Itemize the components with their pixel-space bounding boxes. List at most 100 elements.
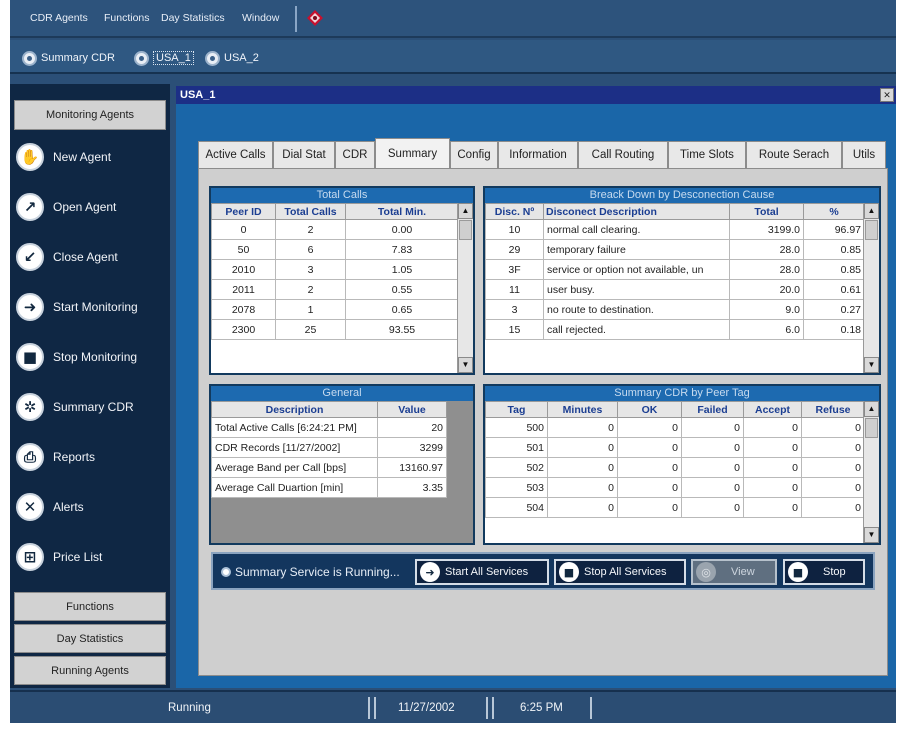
scroll-thumb[interactable]	[865, 418, 878, 438]
view-button[interactable]: ◎ View	[691, 559, 777, 585]
start-all-services-button[interactable]: ➜ Start All Services	[415, 559, 549, 585]
scroll-thumb[interactable]	[865, 220, 878, 240]
sidebar-item-price-list[interactable]: ⊞ Price List	[10, 532, 170, 582]
sidebar-header-monitoring-agents[interactable]: Monitoring Agents	[14, 100, 166, 130]
column-header[interactable]: Description	[211, 401, 378, 418]
menu-functions[interactable]: Functions	[104, 12, 150, 24]
status-time: 6:25 PM	[520, 702, 563, 714]
sidebar-item-open-agent[interactable]: ↗ Open Agent	[10, 182, 170, 232]
scroll-down-icon[interactable]: ▼	[458, 357, 473, 373]
summary-peer-scrollbar[interactable]: ▲ ▼	[863, 401, 879, 543]
scroll-up-icon[interactable]: ▲	[864, 203, 879, 219]
service-running-indicator-icon	[221, 567, 231, 577]
breakdown-scrollbar[interactable]: ▲ ▼	[863, 203, 879, 373]
column-header[interactable]: Refuse	[801, 401, 865, 418]
window-close-icon[interactable]: ✕	[880, 88, 894, 102]
column-header[interactable]: Tag	[485, 401, 548, 418]
sidebar-item-start-monitoring[interactable]: ➜ Start Monitoring	[10, 282, 170, 332]
column-header[interactable]: %	[803, 203, 865, 220]
cell: 0	[547, 497, 618, 518]
table-row[interactable]: 2300 25 93.55	[211, 319, 459, 340]
tab-call-routing[interactable]: Call Routing	[578, 141, 668, 168]
cell: 0	[743, 437, 802, 458]
stop-all-services-button[interactable]: ■ Stop All Services	[554, 559, 686, 585]
sidebar-section-functions[interactable]: Functions	[14, 592, 166, 621]
summary-peer-table: Tag Minutes OK Failed Accept Refuse 500 0…	[485, 401, 865, 518]
sidebar-item-alerts[interactable]: ✕ Alerts	[10, 482, 170, 532]
sidebar-item-label: Stop Monitoring	[53, 350, 138, 364]
sidebar-section-day-statistics[interactable]: Day Statistics	[14, 624, 166, 653]
scroll-down-icon[interactable]: ▼	[864, 527, 879, 543]
column-header[interactable]: Disconect Description	[543, 203, 730, 220]
table-row[interactable]: 500 0 0 0 0 0	[485, 417, 865, 438]
table-row[interactable]: 501 0 0 0 0 0	[485, 437, 865, 458]
scroll-up-icon[interactable]: ▲	[458, 203, 473, 219]
column-header[interactable]: Accept	[743, 401, 802, 418]
cell: 3.35	[377, 477, 447, 498]
table-row[interactable]: 50 6 7.83	[211, 239, 459, 260]
sidebar-section-running-agents[interactable]: Running Agents	[14, 656, 166, 685]
column-header[interactable]: Minutes	[547, 401, 618, 418]
doc-tab-usa-2[interactable]: USA_2	[205, 48, 259, 68]
menu-cdr-agents[interactable]: CDR Agents	[30, 12, 88, 24]
total-calls-scrollbar[interactable]: ▲ ▼	[457, 203, 473, 373]
sidebar-item-close-agent[interactable]: ↙ Close Agent	[10, 232, 170, 282]
column-header[interactable]: Disc. Nº	[485, 203, 544, 220]
scroll-down-icon[interactable]: ▼	[864, 357, 879, 373]
tab-summary[interactable]: Summary	[375, 138, 450, 169]
table-row[interactable]: CDR Records [11/27/2002] 3299	[211, 437, 447, 458]
column-header[interactable]: Failed	[681, 401, 744, 418]
table-row[interactable]: 504 0 0 0 0 0	[485, 497, 865, 518]
cell: Average Call Duartion [min]	[211, 477, 378, 498]
table-row[interactable]: Average Band per Call [bps] 13160.97	[211, 457, 447, 478]
table-row[interactable]: 2011 2 0.55	[211, 279, 459, 300]
panel-title: Total Calls	[211, 188, 473, 203]
table-row[interactable]: 2078 1 0.65	[211, 299, 459, 320]
table-row[interactable]: 0 2 0.00	[211, 219, 459, 240]
table-row[interactable]: Total Active Calls [6:24:21 PM] 20	[211, 417, 447, 438]
table-row[interactable]: 3F service or option not available, un 28.…	[485, 259, 865, 280]
column-header[interactable]: OK	[617, 401, 682, 418]
cell: 0	[743, 457, 802, 478]
column-header[interactable]: Total	[729, 203, 804, 220]
breakdown-panel: Breack Down by Desconection Cause Disc. …	[483, 186, 881, 375]
tab-information[interactable]: Information	[498, 141, 578, 168]
cell: 3F	[485, 259, 544, 280]
sidebar-item-stop-monitoring[interactable]: ■ Stop Monitoring	[10, 332, 170, 382]
document-tabs: Summary CDR USA_1 USA_2	[10, 40, 896, 74]
stop-square-icon: ■	[16, 343, 44, 371]
column-header[interactable]: Total Calls	[275, 203, 346, 220]
tab-config[interactable]: Config	[450, 141, 498, 168]
column-header[interactable]: Total Min.	[345, 203, 459, 220]
table-row[interactable]: 502 0 0 0 0 0	[485, 457, 865, 478]
menu-day-statistics[interactable]: Day Statistics	[161, 12, 225, 24]
column-header[interactable]: Value	[377, 401, 447, 418]
table-row[interactable]: 2010 3 1.05	[211, 259, 459, 280]
tab-utils[interactable]: Utils	[842, 141, 886, 168]
table-row[interactable]: 3 no route to destination. 9.0 0.27	[485, 299, 865, 320]
menu-window[interactable]: Window	[242, 12, 279, 24]
table-row[interactable]: 11 user busy. 20.0 0.61	[485, 279, 865, 300]
column-header[interactable]: Peer ID	[211, 203, 276, 220]
sidebar-item-reports[interactable]: ⎙ Reports	[10, 432, 170, 482]
table-row[interactable]: 10 normal call clearing. 3199.0 96.97	[485, 219, 865, 240]
tab-time-slots[interactable]: Time Slots	[668, 141, 746, 168]
tab-route-serach[interactable]: Route Serach	[746, 141, 842, 168]
cell: 10	[485, 219, 544, 240]
stop-button[interactable]: ■ Stop	[783, 559, 865, 585]
doc-tab-summary-cdr[interactable]: Summary CDR	[22, 48, 115, 68]
cell: 0	[743, 417, 802, 438]
table-row[interactable]: 15 call rejected. 6.0 0.18	[485, 319, 865, 340]
tab-cdr[interactable]: CDR	[335, 141, 375, 168]
table-row[interactable]: Average Call Duartion [min] 3.35	[211, 477, 447, 498]
summary-peer-panel: Summary CDR by Peer Tag Tag Minutes OK F…	[483, 384, 881, 545]
tab-active-calls[interactable]: Active Calls	[198, 141, 273, 168]
scroll-thumb[interactable]	[459, 220, 472, 240]
scroll-up-icon[interactable]: ▲	[864, 401, 879, 417]
table-row[interactable]: 503 0 0 0 0 0	[485, 477, 865, 498]
sidebar-item-summary-cdr[interactable]: ✲ Summary CDR	[10, 382, 170, 432]
doc-tab-usa-1[interactable]: USA_1	[134, 48, 194, 68]
table-row[interactable]: 29 temporary failure 28.0 0.85	[485, 239, 865, 260]
sidebar-item-new-agent[interactable]: ✋ New Agent	[10, 132, 170, 182]
tab-dial-stat[interactable]: Dial Stat	[273, 141, 335, 168]
